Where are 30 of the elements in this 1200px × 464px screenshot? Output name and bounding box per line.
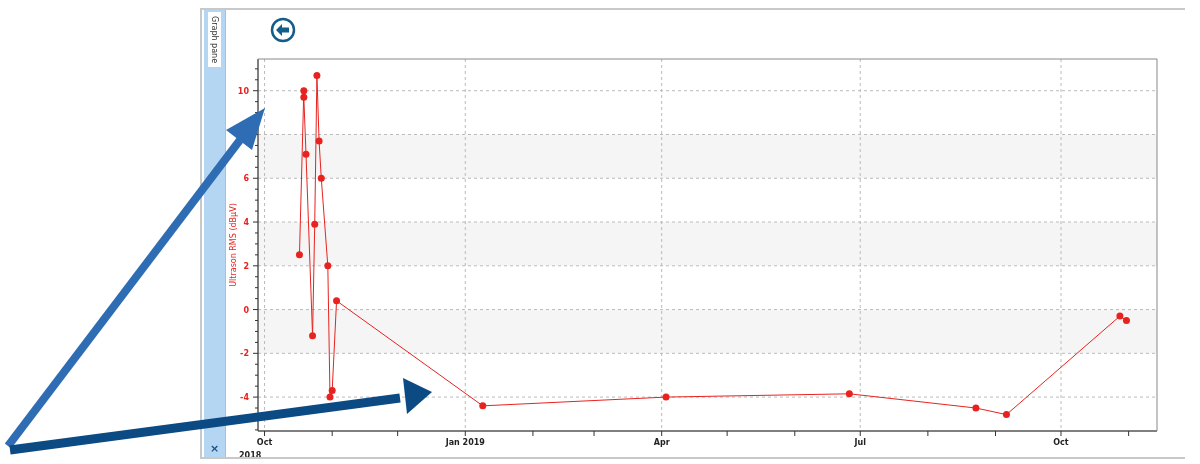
year-label: 2018 [239,450,262,457]
y-tick-label: 6 [243,174,249,184]
data-point [479,402,487,410]
data-point [972,404,980,412]
data-point [313,71,321,79]
x-tick-label: Apr [653,437,670,447]
y-tick-label: 0 [243,305,249,315]
x-tick-label: Jan 2019 [445,437,485,447]
data-point [317,174,325,182]
graph-pane-tab[interactable]: Graph pane [208,12,221,68]
y-tick-label: 10 [237,86,249,96]
x-tick-label: Jul [854,437,866,447]
data-point [309,332,317,340]
close-button[interactable]: × [209,442,220,455]
x-tick-label: Oct [1053,437,1069,447]
data-point [315,137,323,145]
y-axis-title: Ultrason RMS (dBµV) [229,203,238,287]
x-tick-label: Oct [256,437,273,447]
data-point [1002,410,1010,418]
y-tick-label: 2 [243,261,249,271]
y-tick-label: 4 [243,217,249,227]
y-tick-label: -4 [240,392,249,402]
data-point [845,390,853,398]
data-point [311,220,319,228]
y-tick-label: -2 [240,349,249,359]
data-point [295,251,303,259]
data-point [324,262,332,270]
data-point [662,393,670,401]
data-point [333,297,341,305]
data-point [302,150,310,158]
